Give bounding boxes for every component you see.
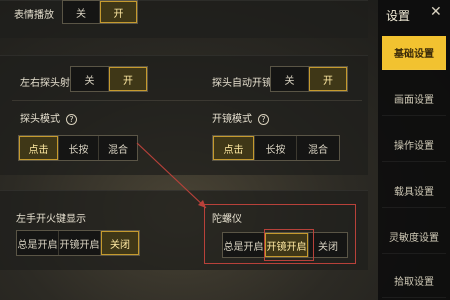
option-hold[interactable]: 长按 <box>255 136 297 160</box>
top-row-panel <box>0 0 368 38</box>
label-auto-scope: 探头自动开镜 <box>212 78 272 89</box>
sidebar-item-controls[interactable]: 操作设置 <box>382 128 446 162</box>
option-tap[interactable]: 点击 <box>213 136 255 160</box>
option-on[interactable]: 开 <box>109 67 147 91</box>
scope-on-highlight-box <box>264 229 314 261</box>
option-on[interactable]: 开 <box>309 67 347 91</box>
option-always-on[interactable]: 总是开启 <box>17 231 59 255</box>
label-gyroscope: 陀螺仪 <box>212 214 242 225</box>
sidebar-item-pickup[interactable]: 拾取设置 <box>382 264 446 298</box>
settings-sidebar: 设置 ✕ 基础设置 画面设置 操作设置 载具设置 灵敏度设置 拾取设置 <box>378 0 450 300</box>
lean-fire-toggle: 关 开 <box>70 66 148 92</box>
sidebar-item-basic[interactable]: 基础设置 <box>382 36 446 70</box>
option-mixed[interactable]: 混合 <box>297 136 339 160</box>
sidebar-header: 设置 ✕ <box>378 0 450 30</box>
label-top-setting: 表情播放 <box>14 10 54 21</box>
sidebar-item-vehicle[interactable]: 载具设置 <box>382 174 446 208</box>
peek-mode-text: 探头模式 <box>20 114 60 125</box>
option-hold[interactable]: 长按 <box>59 136 99 160</box>
help-icon[interactable]: ? <box>66 113 77 125</box>
option-off[interactable]: 关闭 <box>309 233 347 257</box>
sidebar-item-sensitivity[interactable]: 灵敏度设置 <box>382 220 446 254</box>
option-scope-on[interactable]: 开镜开启 <box>59 231 101 255</box>
option-tap[interactable]: 点击 <box>19 136 59 160</box>
label-fire-button: 左手开火键显示 <box>16 214 86 225</box>
settings-title: 设置 <box>386 9 411 23</box>
label-scope-mode: 开镜模式? <box>212 110 269 125</box>
auto-scope-toggle: 关 开 <box>270 66 348 92</box>
scope-mode-selector: 点击 长按 混合 <box>212 135 340 161</box>
option-off[interactable]: 关 <box>271 67 309 91</box>
peek-mode-selector: 点击 长按 混合 <box>18 135 138 161</box>
fire-button-selector: 总是开启 开镜开启 关闭 <box>16 230 140 256</box>
option-off[interactable]: 关 <box>71 67 109 91</box>
option-off[interactable]: 关闭 <box>101 231 139 255</box>
sidebar-item-graphics[interactable]: 画面设置 <box>382 82 446 116</box>
help-icon[interactable]: ? <box>258 113 269 125</box>
top-setting-toggle: 关 开 <box>62 0 138 24</box>
option-always-on[interactable]: 总是开启 <box>223 233 265 257</box>
scope-mode-text: 开镜模式 <box>212 114 252 125</box>
label-peek-mode: 探头模式? <box>20 110 77 125</box>
option-off[interactable]: 关 <box>63 1 100 23</box>
option-mixed[interactable]: 混合 <box>99 136 137 160</box>
section-divider <box>12 100 362 101</box>
option-on[interactable]: 开 <box>100 1 137 23</box>
close-icon[interactable]: ✕ <box>430 4 442 20</box>
